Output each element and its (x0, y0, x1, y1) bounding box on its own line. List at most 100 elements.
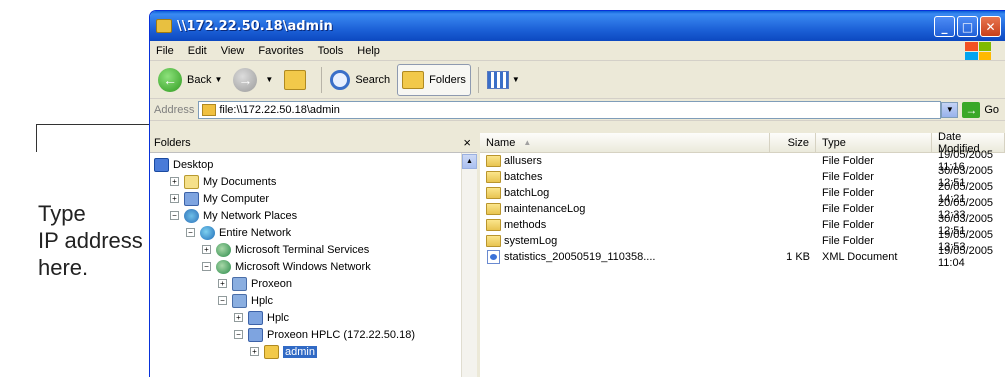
group-icon (232, 293, 247, 308)
net-icon (184, 208, 199, 223)
up-folder-button[interactable] (280, 64, 314, 96)
folders-button[interactable]: Folders (397, 63, 471, 96)
tree-item[interactable]: + Microsoft Terminal Services (150, 241, 477, 258)
desktop-icon (154, 157, 169, 172)
folder-icon (156, 19, 172, 33)
menu-help[interactable]: Help (357, 45, 380, 57)
address-bar: Address file:\\172.22.50.18\admin ▼ → Go (150, 99, 1005, 121)
menu-edit[interactable]: Edit (188, 45, 207, 57)
folders-pane-header: Folders × (150, 133, 477, 153)
file-type: File Folder (822, 235, 874, 247)
file-name: methods (504, 219, 547, 231)
address-dropdown-button[interactable]: ▼ (941, 101, 959, 118)
column-header-name[interactable]: Name ▲ (480, 133, 770, 152)
back-button[interactable]: ← Back ▼ (154, 64, 226, 96)
docs-icon (184, 174, 199, 189)
file-type: XML Document (822, 251, 898, 263)
vertical-scrollbar[interactable]: ▲ (461, 153, 477, 377)
tree-item-label: Microsoft Terminal Services (235, 243, 370, 256)
tree-item[interactable]: + Hplc (150, 309, 477, 326)
sort-ascending-icon: ▲ (523, 138, 532, 147)
tree-item-label: Microsoft Windows Network (235, 260, 371, 273)
tree-item[interactable]: − Hplc (150, 292, 477, 309)
tree-item[interactable]: Desktop (150, 156, 477, 173)
close-pane-icon[interactable]: × (463, 135, 471, 150)
file-row[interactable]: methods File Folder 30/03/2005 12:51 (480, 213, 1005, 237)
collapse-icon[interactable]: − (170, 211, 179, 220)
expand-icon[interactable]: + (170, 177, 179, 186)
tree-item[interactable]: − Microsoft Windows Network (150, 258, 477, 275)
menu-tools[interactable]: Tools (318, 45, 344, 57)
comp-icon (248, 310, 263, 325)
tree-item[interactable]: + Proxeon (150, 275, 477, 292)
expand-icon[interactable]: + (202, 245, 211, 254)
go-arrow-icon: → (962, 101, 981, 118)
back-label: Back (187, 73, 212, 86)
menu-file[interactable]: File (156, 45, 174, 57)
folder-icon (486, 171, 501, 183)
views-icon (486, 70, 509, 89)
tree-item-label: My Network Places (203, 209, 298, 222)
folder-icon (486, 203, 501, 215)
expand-icon[interactable]: + (218, 279, 227, 288)
expand-icon[interactable]: + (234, 313, 243, 322)
file-name: batchLog (504, 187, 550, 199)
tree-item[interactable]: − Entire Network (150, 224, 477, 241)
file-list-header: Name ▲ Size Type Date Modified (480, 131, 1005, 155)
folder-tree: Desktop + My Documents + My Computer − My Netw… (150, 153, 477, 360)
chevron-down-icon[interactable]: ▼ (265, 75, 273, 84)
menu-favorites[interactable]: Favorites (258, 45, 303, 57)
tree-item-label: Proxeon HPLC (172.22.50.18) (267, 328, 415, 341)
tree-item[interactable]: − My Network Places (150, 207, 477, 224)
minimize-button[interactable]: _ (934, 16, 955, 37)
toolbar-separator (321, 66, 323, 93)
address-value[interactable]: file:\\172.22.50.18\admin (219, 104, 339, 116)
xml-document-icon (487, 250, 500, 264)
file-type: File Folder (822, 155, 874, 167)
column-header-type[interactable]: Type (816, 133, 932, 152)
ms-icon (216, 259, 231, 274)
file-row[interactable]: systemLog File Folder 19/05/2005 13:53 (480, 229, 1005, 253)
file-size: 1 KB (786, 251, 810, 263)
tree-item[interactable]: + My Computer (150, 190, 477, 207)
tree-item[interactable]: + admin (150, 343, 477, 360)
chevron-down-icon[interactable]: ▼ (512, 75, 520, 84)
tree-item[interactable]: + My Documents (150, 173, 477, 190)
expand-icon[interactable]: + (170, 194, 179, 203)
collapse-icon[interactable]: − (186, 228, 195, 237)
folder-icon (486, 155, 501, 167)
address-input[interactable]: file:\\172.22.50.18\admin (198, 100, 942, 119)
file-row[interactable]: allusers File Folder 19/05/2005 11:16 (480, 149, 1005, 173)
expand-icon[interactable]: + (250, 347, 259, 356)
close-button[interactable]: ✕ (980, 16, 1001, 37)
go-label: Go (984, 103, 999, 116)
file-row[interactable]: statistics_20050519_110358.... 1 KB XML Do… (480, 245, 1005, 269)
search-button[interactable]: Search (326, 64, 394, 96)
maximize-button[interactable]: □ (957, 16, 978, 37)
menu-view[interactable]: View (221, 45, 245, 57)
tree-item-label: Hplc (251, 294, 274, 307)
column-name-label: Name (486, 136, 516, 149)
file-name: allusers (504, 155, 542, 167)
tree-item-label: Desktop (173, 158, 214, 171)
views-button[interactable]: ▼ (483, 64, 524, 96)
file-row[interactable]: batches File Folder 30/03/2005 12:51 (480, 165, 1005, 189)
folders-label: Folders (429, 73, 466, 86)
collapse-icon[interactable]: − (202, 262, 211, 271)
comp-icon (248, 327, 263, 342)
file-row[interactable]: batchLog File Folder 20/05/2005 14:21 (480, 181, 1005, 205)
title-bar[interactable]: \\172.22.50.18\admin _ □ ✕ (150, 11, 1005, 41)
file-row[interactable]: maintenanceLog File Folder 20/05/2005 12:3… (480, 197, 1005, 221)
forward-button[interactable]: → ▼ (229, 64, 277, 96)
collapse-icon[interactable]: − (234, 330, 243, 339)
go-button[interactable]: → Go (960, 101, 1005, 118)
tree-item[interactable]: − Proxeon HPLC (172.22.50.18) (150, 326, 477, 343)
collapse-icon[interactable]: − (218, 296, 227, 305)
file-type: File Folder (822, 219, 874, 231)
forward-arrow-icon: → (233, 67, 258, 92)
scroll-up-button[interactable]: ▲ (462, 154, 477, 169)
column-header-size[interactable]: Size (770, 133, 816, 152)
chevron-down-icon[interactable]: ▼ (214, 75, 222, 84)
file-name: systemLog (504, 235, 558, 247)
ms-icon (216, 242, 231, 257)
